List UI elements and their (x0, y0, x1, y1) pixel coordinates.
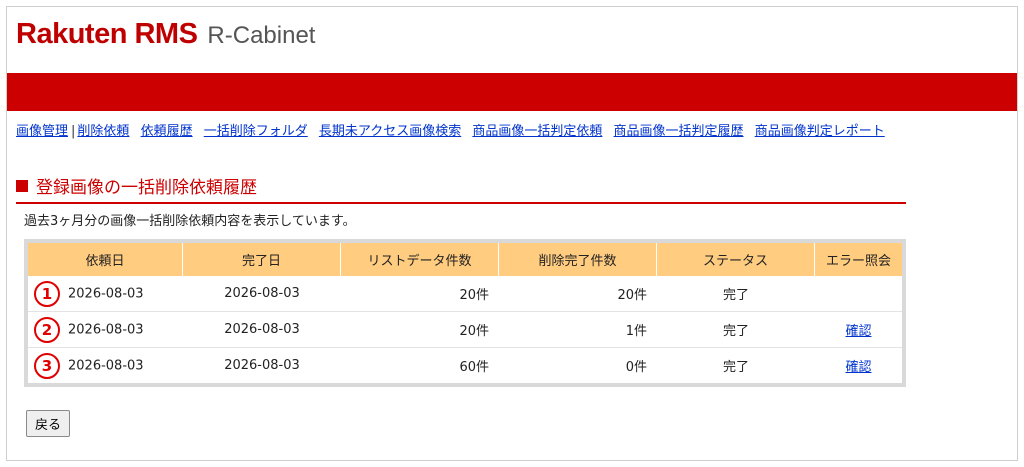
request-date: 2026-08-03 (68, 358, 144, 373)
error-check-cell: 確認 (815, 348, 902, 383)
deleted-count: 1件 (499, 312, 657, 348)
history-table: 依頼日 完了日 リストデータ件数 削除完了件数 ステータス エラー照会 1 202… (28, 243, 902, 383)
nav-long-unaccessed-search[interactable]: 長期未アクセス画像検索 (319, 124, 461, 139)
back-button[interactable]: 戻る (26, 410, 71, 437)
nav-separator: | (71, 124, 76, 139)
request-date-cell: 3 2026-08-03 (28, 348, 183, 383)
history-table-container: 依頼日 完了日 リストデータ件数 削除完了件数 ステータス エラー照会 1 202… (24, 239, 906, 387)
row-marker-icon: 2 (34, 316, 60, 343)
status: 完了 (722, 360, 749, 375)
header-status: ステータス (657, 243, 815, 276)
section-heading: 登録画像の一括削除依頼履歴 (16, 173, 906, 204)
error-check-cell: 確認 (815, 312, 902, 348)
complete-date: 2026-08-03 (224, 358, 300, 373)
page-title: 登録画像の一括削除依頼履歴 (36, 178, 257, 198)
error-check-link[interactable]: 確認 (845, 324, 871, 339)
top-nav: 画像管理 | 削除依頼 依頼履歴 一括削除フォルダ 長期未アクセス画像検索 商品画像… (16, 120, 892, 139)
status: 完了 (657, 276, 815, 312)
row-marker-icon: 3 (34, 352, 60, 379)
nav-bulk-delete-folder[interactable]: 一括削除フォルダ (204, 124, 308, 139)
product-name: R-Cabinet (207, 22, 316, 49)
request-date-cell: 1 2026-08-03 (28, 276, 183, 312)
list-count: 60件 (459, 360, 489, 375)
list-count: 20件 (341, 312, 499, 348)
request-date: 2026-08-03 (68, 286, 144, 301)
header-deleted-count: 削除完了件数 (499, 243, 657, 276)
nav-delete-request[interactable]: 削除依頼 (77, 124, 129, 139)
complete-date: 2026-08-03 (183, 276, 341, 312)
list-count: 20件 (341, 276, 499, 312)
header-bar (7, 73, 1017, 111)
nav-bulk-judge-history[interactable]: 商品画像一括判定履歴 (614, 124, 744, 139)
nav-bulk-judge-request[interactable]: 商品画像一括判定依頼 (472, 124, 602, 139)
nav-judge-report[interactable]: 商品画像判定レポート (755, 124, 885, 139)
error-check-cell (815, 276, 902, 312)
deleted-count: 0件 (625, 360, 647, 375)
nav-request-history[interactable]: 依頼履歴 (141, 124, 193, 139)
header-list-count: リストデータ件数 (341, 243, 499, 276)
complete-date: 2026-08-03 (183, 312, 341, 348)
square-bullet-icon (16, 179, 28, 192)
header-error-check: エラー照会 (815, 243, 902, 276)
table-row: 1 2026-08-03 2026-08-03 20件 20件 完了 (28, 276, 902, 312)
header-request-date: 依頼日 (28, 243, 183, 276)
error-check-link[interactable]: 確認 (845, 360, 871, 375)
table-header-row: 依頼日 完了日 リストデータ件数 削除完了件数 ステータス エラー照会 (28, 243, 902, 276)
table-row: 3 2026-08-03 2026-08-03 60件 0件 完了 確認 (28, 348, 902, 383)
table-row: 2 2026-08-03 2026-08-03 20件 1件 完了 確認 (28, 312, 902, 348)
brand-logo: Rakuten RMS (16, 18, 198, 50)
section-description: 過去3ヶ月分の画像一括削除依頼内容を表示しています。 (24, 214, 356, 229)
request-date: 2026-08-03 (68, 322, 144, 337)
nav-image-management[interactable]: 画像管理 (16, 124, 68, 139)
app-logo: Rakuten RMS R-Cabinet (16, 18, 315, 58)
header-complete-date: 完了日 (183, 243, 341, 276)
deleted-count: 20件 (499, 276, 657, 312)
request-date-cell: 2 2026-08-03 (28, 312, 183, 348)
row-marker-icon: 1 (34, 280, 60, 307)
status: 完了 (657, 312, 815, 348)
